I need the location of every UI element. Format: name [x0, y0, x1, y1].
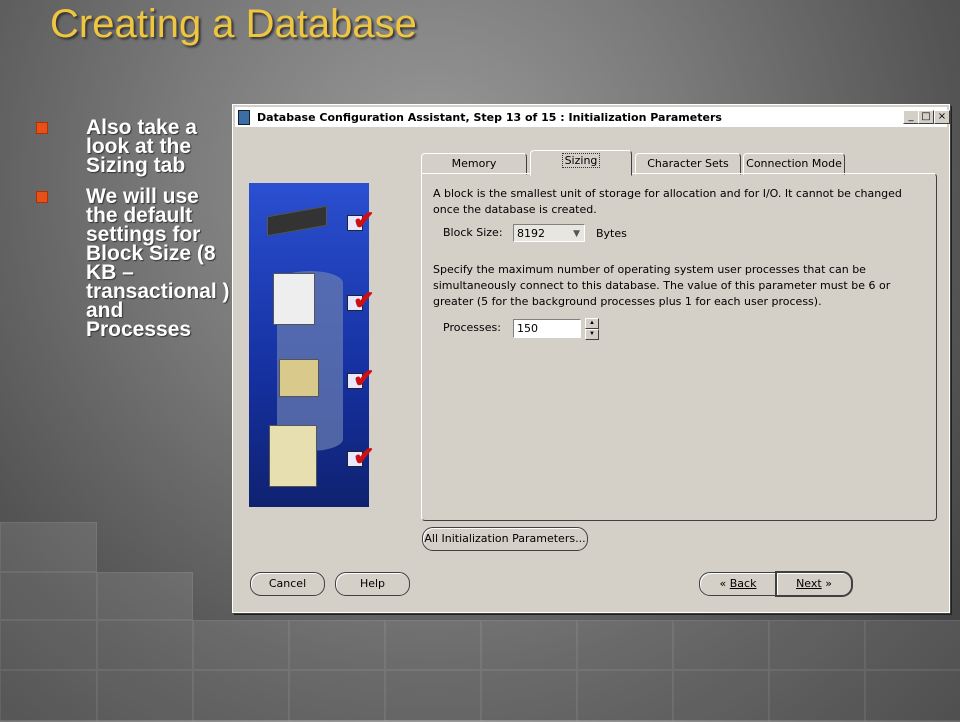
processes-stepper[interactable]: ▲ ▼	[585, 318, 599, 340]
shapes-icon	[279, 359, 319, 397]
close-button[interactable]: ×	[934, 110, 950, 124]
window-titlebar[interactable]: Database Configuration Assistant, Step 1…	[235, 107, 950, 127]
checkmark-icon: ✔	[353, 205, 375, 235]
bullet-item: Also take a look at the Sizing tab	[30, 117, 230, 176]
all-init-params-button[interactable]: All Initialization Parameters...	[422, 527, 588, 551]
folders-question-icon	[269, 425, 317, 487]
chevron-down-icon[interactable]: ▼	[585, 329, 599, 340]
sizing-panel: A block is the smallest unit of storage …	[421, 173, 937, 521]
documents-icon	[273, 273, 315, 325]
processes-description: Specify the maximum number of operating …	[433, 263, 891, 308]
app-icon	[238, 110, 250, 125]
chevron-down-icon: ▼	[573, 229, 580, 239]
chip-icon	[267, 205, 327, 237]
minimize-button[interactable]: _	[903, 110, 919, 124]
checkmark-icon: ✔	[353, 285, 375, 315]
tab-sizing[interactable]: Sizing	[530, 150, 632, 176]
tab-memory[interactable]: Memory	[421, 153, 527, 175]
bullet-list: Also take a look at the Sizing tab We wi…	[30, 117, 230, 351]
block-description: A block is the smallest unit of storage …	[433, 187, 902, 216]
chevron-left-icon: «	[719, 577, 727, 590]
block-size-label: Block Size:	[443, 226, 503, 239]
checkmark-icon: ✔	[353, 441, 375, 471]
window-title: Database Configuration Assistant, Step 1…	[257, 111, 722, 124]
processes-label: Processes:	[443, 321, 501, 334]
chevron-right-icon: »	[825, 577, 832, 590]
back-button[interactable]: « Back	[699, 572, 777, 596]
checkmark-icon: ✔	[353, 363, 375, 393]
cancel-button[interactable]: Cancel	[250, 572, 325, 596]
chevron-up-icon[interactable]: ▲	[585, 318, 599, 329]
bullet-marker	[36, 191, 48, 203]
tab-connection-mode[interactable]: Connection Mode	[743, 153, 845, 175]
tab-character-sets[interactable]: Character Sets	[635, 153, 741, 175]
bullet-marker	[36, 122, 48, 134]
dbca-window: Database Configuration Assistant, Step 1…	[232, 104, 950, 613]
next-button[interactable]: Next »	[775, 571, 853, 597]
processes-input[interactable]: 150	[513, 319, 581, 338]
bullet-item: We will use the default settings for Blo…	[30, 186, 230, 340]
slide-title: Creating a Database	[50, 2, 417, 46]
help-button[interactable]: Help	[335, 572, 410, 596]
block-size-unit: Bytes	[596, 227, 627, 240]
wizard-illustration: ✔ ✔ ✔ ✔	[249, 183, 375, 507]
maximize-button[interactable]: □	[918, 110, 934, 124]
block-size-dropdown[interactable]: 8192 ▼	[513, 224, 585, 242]
